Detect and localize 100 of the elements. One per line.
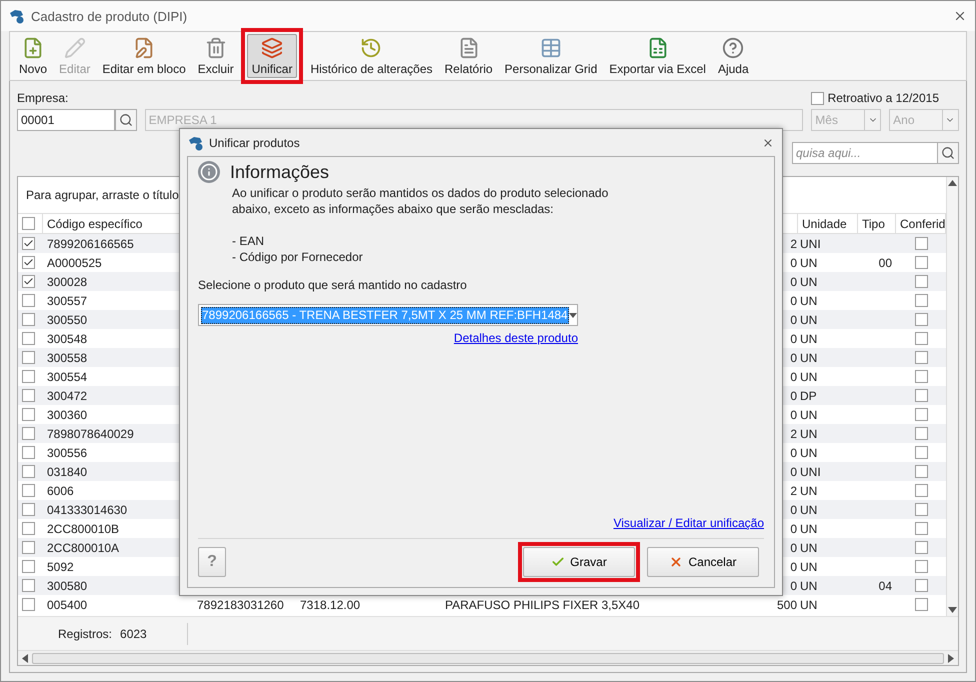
checkbox[interactable] — [22, 484, 35, 497]
toolbar-button[interactable]: Unificar — [246, 34, 298, 78]
checkbox[interactable] — [22, 579, 35, 592]
scroll-left-icon[interactable] — [22, 654, 28, 662]
checkbox[interactable] — [914, 351, 928, 364]
table-cell: 300580 — [47, 578, 88, 592]
column-header[interactable]: Código específico — [47, 216, 142, 230]
checkbox[interactable] — [914, 332, 928, 345]
close-icon[interactable] — [762, 136, 774, 148]
table-cell: 031840 — [47, 464, 88, 478]
records-count: 6023 — [120, 626, 147, 640]
table-cell: 2 — [790, 484, 797, 498]
table-cell: 2 — [790, 426, 797, 440]
table-cell: 7318.12.00 — [300, 598, 360, 612]
close-icon[interactable] — [953, 9, 967, 23]
toolbar-button[interactable]: Ajuda — [712, 34, 754, 78]
table-cell: UN — [800, 408, 818, 422]
toolbar-button[interactable]: Editar em bloco — [97, 34, 191, 78]
save-button[interactable]: Gravar — [523, 547, 635, 577]
table-cell: UN — [800, 502, 818, 516]
checkbox[interactable] — [22, 351, 35, 364]
toolbar-button[interactable]: Relatório — [440, 34, 498, 78]
company-code-field[interactable]: 00001 — [17, 109, 115, 131]
table-cell: 0 — [790, 294, 797, 308]
checkbox[interactable] — [22, 408, 35, 421]
search-button[interactable] — [937, 142, 959, 164]
table-cell: UN — [800, 294, 818, 308]
checkbox[interactable] — [22, 313, 35, 326]
details-link[interactable]: Detalhes deste produto — [454, 331, 578, 345]
table-cell: UN — [800, 426, 818, 440]
table-cell: UN — [800, 332, 818, 346]
checkbox[interactable] — [914, 446, 928, 459]
checkbox[interactable] — [22, 503, 35, 516]
checkbox[interactable] — [914, 313, 928, 326]
column-header[interactable]: Tipo — [858, 214, 896, 233]
checkbox[interactable] — [22, 389, 35, 402]
checkbox[interactable] — [22, 446, 35, 459]
checkbox[interactable] — [914, 256, 928, 269]
table-cell: 0 — [790, 370, 797, 384]
checkbox[interactable] — [914, 427, 928, 440]
scroll-down-icon[interactable] — [948, 607, 957, 613]
checkbox[interactable] — [22, 465, 35, 478]
checkbox[interactable] — [22, 294, 35, 307]
clock-icon — [360, 36, 382, 58]
toolbar-button[interactable]: Histórico de alterações — [305, 34, 438, 78]
records-label: Registros: — [58, 626, 112, 640]
checkbox[interactable] — [22, 275, 35, 288]
table-cell: 7899206166565 — [47, 236, 134, 250]
document-pencil-icon — [133, 36, 156, 58]
checkbox[interactable] — [22, 541, 35, 554]
checkbox[interactable] — [914, 484, 928, 497]
table-cell: 7898078640029 — [47, 426, 134, 440]
table-cell: 0 — [790, 464, 797, 478]
checkbox[interactable] — [22, 237, 35, 250]
table-cell: UN — [800, 274, 818, 288]
toolbar-button[interactable]: Excluir — [192, 34, 239, 78]
new-file-icon — [22, 36, 44, 58]
toolbar-button[interactable]: Exportar via Excel — [604, 34, 711, 78]
column-header[interactable]: Unidade — [798, 214, 858, 233]
checkbox[interactable] — [914, 579, 928, 592]
checkbox[interactable] — [22, 522, 35, 535]
checkbox[interactable] — [22, 598, 35, 611]
search-button[interactable] — [114, 109, 137, 131]
horizontal-scrollbar[interactable] — [18, 650, 958, 665]
table-cell: 300556 — [47, 446, 88, 460]
checkbox[interactable] — [914, 503, 928, 516]
checkbox[interactable] — [22, 332, 35, 345]
cancel-button[interactable]: Cancelar — [647, 547, 759, 577]
vertical-scrollbar[interactable] — [946, 177, 958, 616]
search-field[interactable]: quisa aqui... — [792, 142, 937, 164]
checkbox[interactable] — [22, 370, 35, 383]
close-icon — [669, 555, 684, 569]
scroll-right-icon[interactable] — [948, 654, 954, 662]
checkbox[interactable] — [22, 427, 35, 440]
checkbox[interactable] — [914, 598, 928, 611]
checkbox[interactable] — [810, 92, 824, 104]
edit-link[interactable]: Visualizar / Editar unificação — [613, 516, 764, 530]
table-cell: 0 — [790, 388, 797, 402]
checkbox[interactable] — [914, 294, 928, 307]
checkbox-label: Retroativo a 12/2015 — [828, 91, 939, 105]
table-cell: UN — [800, 350, 818, 364]
toolbar-button[interactable]: Personalizar Grid — [500, 34, 602, 78]
checkbox[interactable] — [22, 256, 35, 269]
checkbox[interactable] — [22, 560, 35, 573]
checkbox[interactable] — [914, 408, 928, 421]
toolbar-button[interactable]: Novo — [14, 34, 52, 78]
table-cell: 041333014630 — [47, 502, 128, 516]
app-logo-icon — [188, 134, 204, 150]
checkbox[interactable] — [914, 560, 928, 573]
checkbox[interactable] — [914, 275, 928, 288]
table-cell: 0 — [790, 446, 797, 460]
checkbox[interactable] — [914, 370, 928, 383]
table-cell: 0 — [790, 560, 797, 574]
scroll-up-icon[interactable] — [948, 180, 957, 186]
checkbox[interactable] — [914, 237, 928, 250]
checkbox[interactable] — [22, 217, 35, 230]
checkbox[interactable] — [914, 522, 928, 535]
checkbox[interactable] — [914, 465, 928, 478]
checkbox[interactable] — [914, 541, 928, 554]
checkbox[interactable] — [914, 389, 928, 402]
